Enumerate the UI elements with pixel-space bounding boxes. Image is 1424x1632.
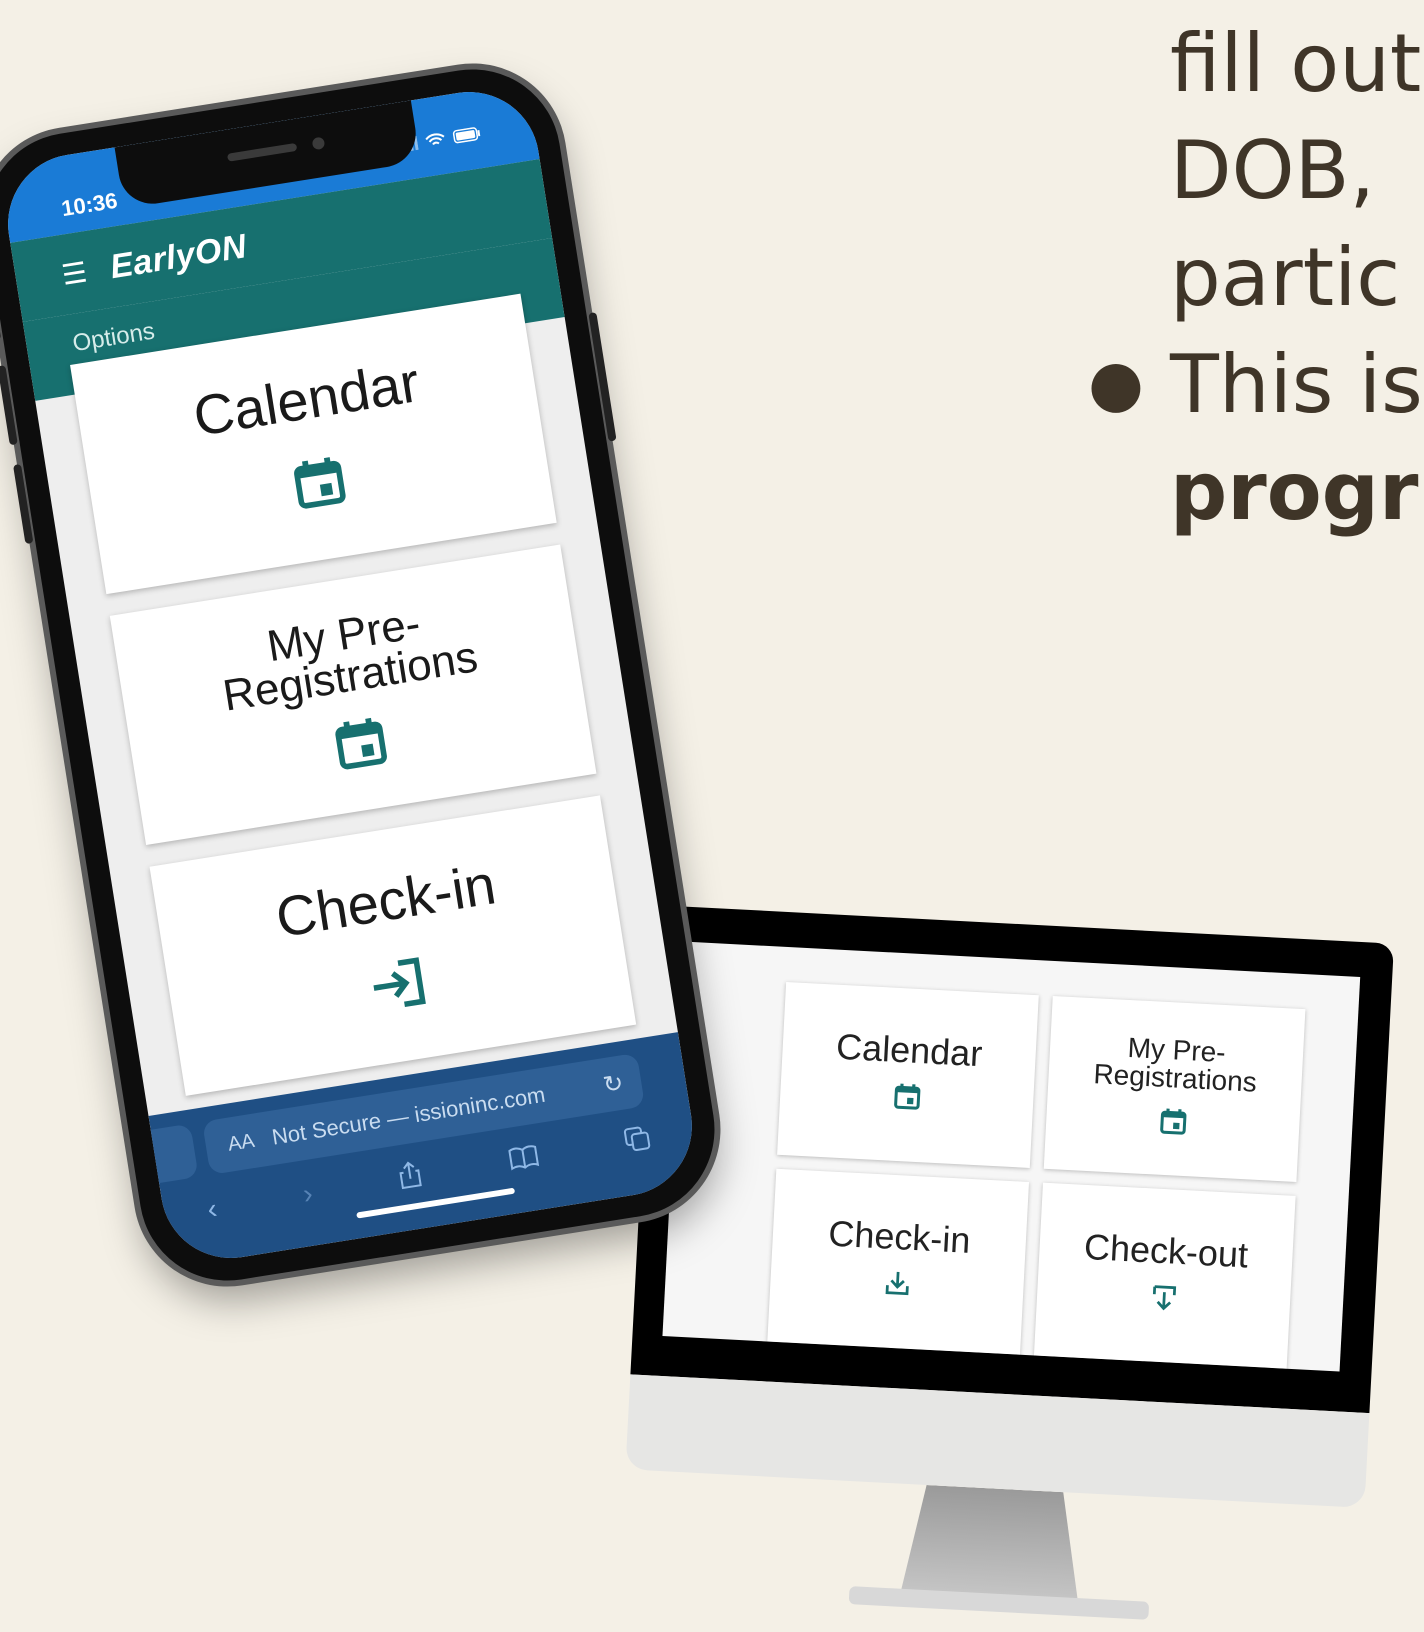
phone-screen: 10:36 ☰ EarlyON Options Calendar My Pre-… (0, 81, 702, 1269)
share-icon[interactable] (396, 1159, 425, 1197)
status-time: 10:36 (59, 187, 120, 222)
calendar-icon (1157, 1106, 1189, 1143)
bg-line-4: This is (1170, 338, 1423, 431)
monitor-bezel: Calendar My Pre-Registrations Check-in C… (630, 905, 1394, 1414)
monitor-screen: Calendar My Pre-Registrations Check-in C… (662, 941, 1361, 1372)
bg-line-1: fill out (1170, 17, 1422, 110)
monitor-tile-calendar[interactable]: Calendar (777, 981, 1039, 1168)
desktop-monitor: Calendar My Pre-Registrations Check-in C… (625, 905, 1414, 1620)
front-camera (311, 136, 326, 151)
reload-icon[interactable]: ↻ (601, 1068, 625, 1100)
monitor-tile-check-out[interactable]: Check-out (1033, 1182, 1296, 1369)
calendar-icon (287, 450, 352, 519)
back-icon[interactable]: ‹ (205, 1193, 219, 1226)
upload-tray-icon (1148, 1281, 1180, 1318)
url-text: Not Secure — issioninc.com (270, 1081, 547, 1150)
download-tray-icon (881, 1267, 913, 1304)
wifi-icon (424, 132, 447, 154)
tile-label: Calendar (835, 1025, 984, 1075)
tile-label: Check-in (827, 1212, 972, 1261)
tile-label: My Pre-Registrations (219, 598, 481, 721)
tile-label: Check-in (271, 851, 500, 949)
calendar-icon (329, 711, 394, 780)
hamburger-menu-icon[interactable]: ☰ (59, 255, 89, 292)
smartphone: 10:36 ☰ EarlyON Options Calendar My Pre-… (0, 56, 728, 1294)
speaker-grille (226, 142, 298, 162)
battery-icon (452, 126, 483, 149)
bg-bullet-row: ● This is (1088, 331, 1423, 438)
bg-line-5: progr (1170, 445, 1419, 538)
bg-line-3: partic (1170, 231, 1401, 324)
tile-label: My Pre-Registrations (1092, 1031, 1258, 1098)
monitor-options-grid: Calendar My Pre-Registrations Check-in C… (767, 981, 1306, 1369)
phone-tile-pre-registrations[interactable]: My Pre-Registrations (109, 544, 597, 845)
tile-label: Check-out (1083, 1225, 1250, 1276)
brand-logo[interactable]: EarlyON (107, 227, 249, 287)
reader-aa-button[interactable]: AA (226, 1129, 256, 1156)
bookmarks-icon[interactable] (506, 1142, 541, 1178)
tabs-icon[interactable] (622, 1123, 653, 1160)
forward-icon[interactable]: › (301, 1177, 315, 1210)
tile-label: Calendar (189, 349, 424, 448)
monitor-tile-pre-registrations[interactable]: My Pre-Registrations (1043, 995, 1306, 1182)
options-label: Options (70, 317, 157, 358)
bg-line-2: DOB, (1170, 124, 1375, 217)
background-text: fill out DOB, partic ● This is progr (1088, 10, 1423, 545)
bullet-icon: ● (1088, 347, 1144, 421)
calendar-icon (891, 1081, 923, 1118)
login-arrow-icon (365, 951, 434, 1021)
monitor-tile-check-in[interactable]: Check-in (767, 1168, 1030, 1355)
